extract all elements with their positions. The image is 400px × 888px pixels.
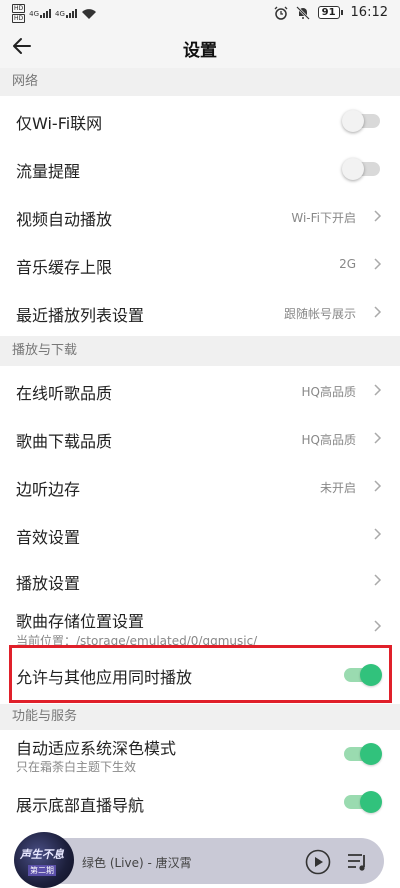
setting-value: Wi-Fi下开启 bbox=[291, 211, 356, 225]
setting-sublabel: 只在霜荼白主题下生效 bbox=[16, 760, 137, 774]
setting-row-online-quality[interactable]: 在线听歌品质 HQ高品质 bbox=[0, 366, 400, 414]
chevron-right-icon bbox=[374, 620, 382, 632]
battery-level: 91 bbox=[317, 6, 340, 19]
chevron-right-icon bbox=[374, 384, 382, 396]
setting-value: HQ高品质 bbox=[301, 385, 356, 399]
now-playing-title[interactable]: 绿色 (Live) - 唐汉霄 bbox=[82, 854, 192, 871]
album-art-episode: 第二期 bbox=[28, 865, 56, 876]
setting-label: 在线听歌品质 bbox=[16, 384, 113, 403]
section-header-playback: 播放与下载 bbox=[0, 336, 400, 366]
setting-row-allow-other-apps[interactable]: 允许与其他应用同时播放 bbox=[0, 648, 400, 700]
setting-row-live-nav[interactable]: 展示底部直播导航 bbox=[0, 778, 400, 826]
setting-label: 歌曲下载品质 bbox=[16, 432, 113, 451]
playlist-icon[interactable] bbox=[347, 852, 369, 872]
setting-row-playback-settings[interactable]: 播放设置 bbox=[0, 558, 400, 604]
play-icon[interactable] bbox=[305, 849, 331, 875]
chevron-right-icon bbox=[374, 306, 382, 318]
setting-label: 边听边存 bbox=[16, 480, 81, 499]
setting-value: 2G bbox=[339, 257, 356, 271]
setting-label: 自动适应系统深色模式 bbox=[16, 739, 177, 758]
chevron-right-icon bbox=[374, 432, 382, 444]
setting-value: 跟随帐号展示 bbox=[283, 307, 356, 321]
nav-bar: 设置 bbox=[0, 28, 400, 68]
setting-row-download-quality[interactable]: 歌曲下载品质 HQ高品质 bbox=[0, 414, 400, 462]
album-art[interactable]: 声生不息 第二期 bbox=[14, 832, 74, 888]
wifi-icon bbox=[81, 8, 96, 19]
network-type-2: 4G bbox=[55, 10, 65, 18]
data-alert-toggle[interactable] bbox=[342, 158, 380, 180]
setting-sublabel: 当前位置：/storage/emulated/0/qqmusic/ bbox=[16, 634, 258, 648]
setting-row-listen-cache[interactable]: 边听边存 未开启 bbox=[0, 462, 400, 510]
hd-badge-1: HD bbox=[12, 4, 26, 13]
network-indicators: HD HD 4G 4G bbox=[12, 4, 97, 23]
setting-label: 播放设置 bbox=[16, 574, 81, 593]
chevron-right-icon bbox=[374, 210, 382, 222]
setting-value: HQ高品质 bbox=[301, 433, 356, 447]
setting-row-cache-limit[interactable]: 音乐缓存上限 2G bbox=[0, 240, 400, 288]
setting-label: 允许与其他应用同时播放 bbox=[16, 668, 193, 687]
setting-label: 视频自动播放 bbox=[16, 210, 113, 229]
signal-icon-2: 4G bbox=[55, 9, 77, 18]
signal-icon-1: 4G bbox=[29, 9, 52, 18]
chevron-right-icon bbox=[374, 528, 382, 540]
setting-label: 最近播放列表设置 bbox=[16, 306, 145, 325]
battery-icon: 91 bbox=[317, 6, 343, 19]
setting-row-sound-effects[interactable]: 音效设置 bbox=[0, 510, 400, 558]
alarm-icon bbox=[274, 6, 288, 20]
setting-row-recent-playlist[interactable]: 最近播放列表设置 跟随帐号展示 bbox=[0, 288, 400, 336]
clock: 16:12 bbox=[350, 5, 388, 20]
live-nav-toggle[interactable] bbox=[344, 791, 382, 813]
allow-other-apps-toggle[interactable] bbox=[344, 664, 382, 686]
setting-label: 音乐缓存上限 bbox=[16, 258, 113, 277]
chevron-right-icon bbox=[374, 480, 382, 492]
network-type-1: 4G bbox=[29, 10, 40, 18]
system-indicators: 91 16:12 bbox=[274, 5, 388, 20]
hd-badges: HD HD bbox=[12, 4, 26, 23]
setting-label: 展示底部直播导航 bbox=[16, 796, 145, 815]
section-header-features: 功能与服务 bbox=[0, 704, 400, 730]
section-header-network: 网络 bbox=[0, 68, 400, 96]
setting-row-data-alert[interactable]: 流量提醒 bbox=[0, 144, 400, 192]
dark-mode-toggle[interactable] bbox=[344, 743, 382, 765]
setting-label: 仅Wi-Fi联网 bbox=[16, 114, 103, 133]
chevron-right-icon bbox=[374, 258, 382, 270]
setting-row-wifi-only[interactable]: 仅Wi-Fi联网 bbox=[0, 96, 400, 144]
hd-badge-2: HD bbox=[12, 14, 26, 23]
status-bar: HD HD 4G 4G 91 16:12 bbox=[0, 0, 400, 28]
setting-value: 未开启 bbox=[319, 481, 356, 495]
mute-bell-icon bbox=[295, 5, 310, 20]
setting-label: 歌曲存储位置设置 bbox=[16, 612, 145, 631]
page-title: 设置 bbox=[183, 41, 217, 61]
setting-row-storage-location[interactable]: 歌曲存储位置设置 当前位置：/storage/emulated/0/qqmusi… bbox=[0, 604, 400, 648]
wifi-only-toggle[interactable] bbox=[342, 110, 380, 132]
chevron-right-icon bbox=[374, 574, 382, 586]
album-art-title: 声生不息 bbox=[20, 848, 64, 861]
setting-row-video-autoplay[interactable]: 视频自动播放 Wi-Fi下开启 bbox=[0, 192, 400, 240]
setting-label: 音效设置 bbox=[16, 528, 81, 547]
setting-label: 流量提醒 bbox=[16, 162, 81, 181]
setting-row-dark-mode[interactable]: 自动适应系统深色模式 只在霜荼白主题下生效 bbox=[0, 730, 400, 778]
